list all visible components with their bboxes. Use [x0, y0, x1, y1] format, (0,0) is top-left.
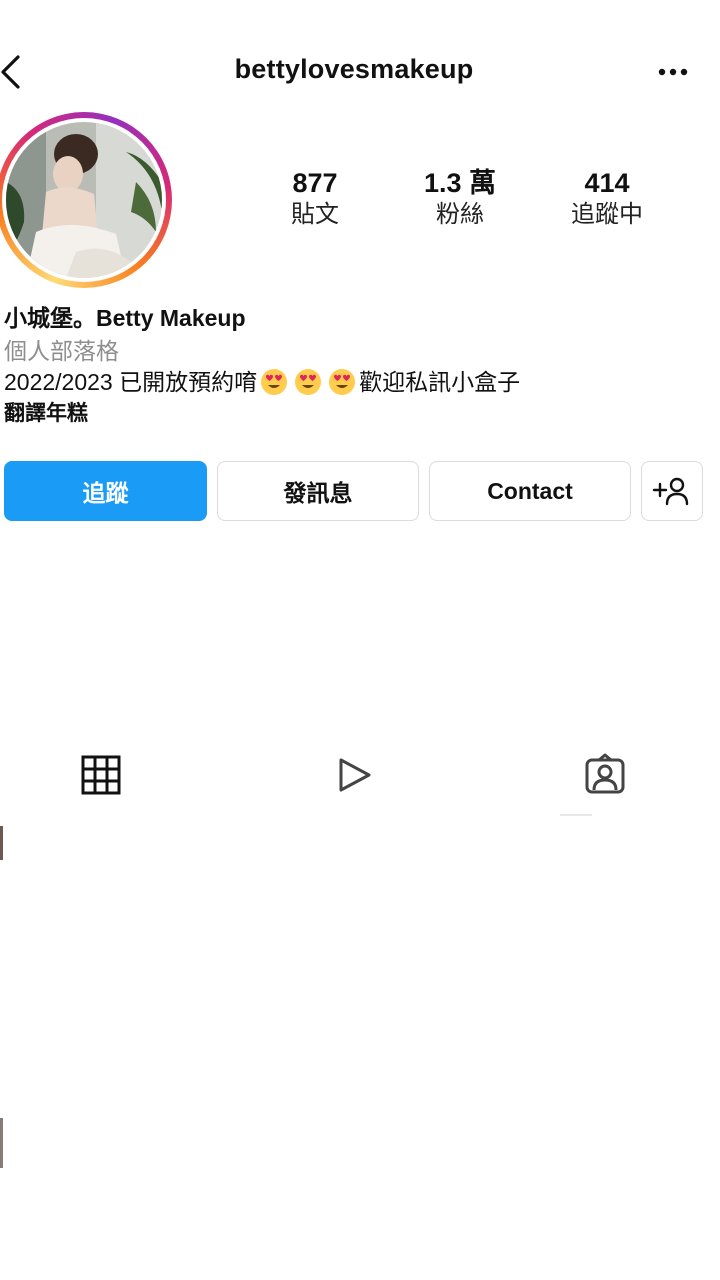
avatar[interactable]: [0, 112, 172, 288]
followers-count: 1.3 萬: [423, 168, 497, 198]
reels-play-icon: [339, 758, 371, 792]
heart-eyes-emoji-icon: [328, 368, 356, 404]
heart-eyes-emoji-icon: [294, 368, 322, 404]
posts-label: 貼文: [291, 201, 339, 228]
following-count-stat[interactable]: 414 追蹤中: [532, 166, 682, 230]
following-label: 追蹤中: [571, 201, 643, 228]
profile-username: bettylovesmakeup: [234, 54, 474, 84]
grid-icon: [81, 755, 121, 795]
profile-display-name: 小城堡。Betty Makeup: [4, 305, 246, 331]
reels-tab[interactable]: [331, 752, 377, 798]
tagged-tab[interactable]: [582, 752, 628, 798]
message-button[interactable]: 發訊息: [217, 461, 419, 521]
avatar-photo: [6, 122, 162, 278]
see-translation-link[interactable]: 翻譯年糕: [4, 398, 88, 430]
posts-count: 877: [292, 168, 338, 198]
more-options-icon[interactable]: [654, 60, 692, 84]
tab-indicator: [560, 814, 592, 816]
contact-button[interactable]: Contact: [429, 461, 631, 521]
suggested-users-button[interactable]: [641, 461, 703, 521]
followers-count-stat[interactable]: 1.3 萬 粉絲: [385, 166, 535, 230]
posts-count-stat[interactable]: 877 貼文: [240, 166, 390, 230]
edge-artifact: [0, 1118, 3, 1168]
bio-text-end: 歡迎私訊小盒子: [359, 369, 521, 395]
profile-category: 個人部落格: [4, 338, 119, 364]
heart-eyes-emoji-icon: [260, 368, 288, 404]
posts-grid-tab[interactable]: [78, 752, 124, 798]
follow-button[interactable]: 追蹤: [4, 461, 207, 521]
bio-text-start: 2022/2023 已開放預約唷: [4, 369, 258, 395]
edge-artifact: [0, 826, 3, 860]
followers-label: 粉絲: [436, 201, 484, 228]
tagged-person-icon: [585, 753, 625, 794]
following-count: 414: [584, 168, 630, 198]
add-user-icon: [652, 477, 689, 506]
